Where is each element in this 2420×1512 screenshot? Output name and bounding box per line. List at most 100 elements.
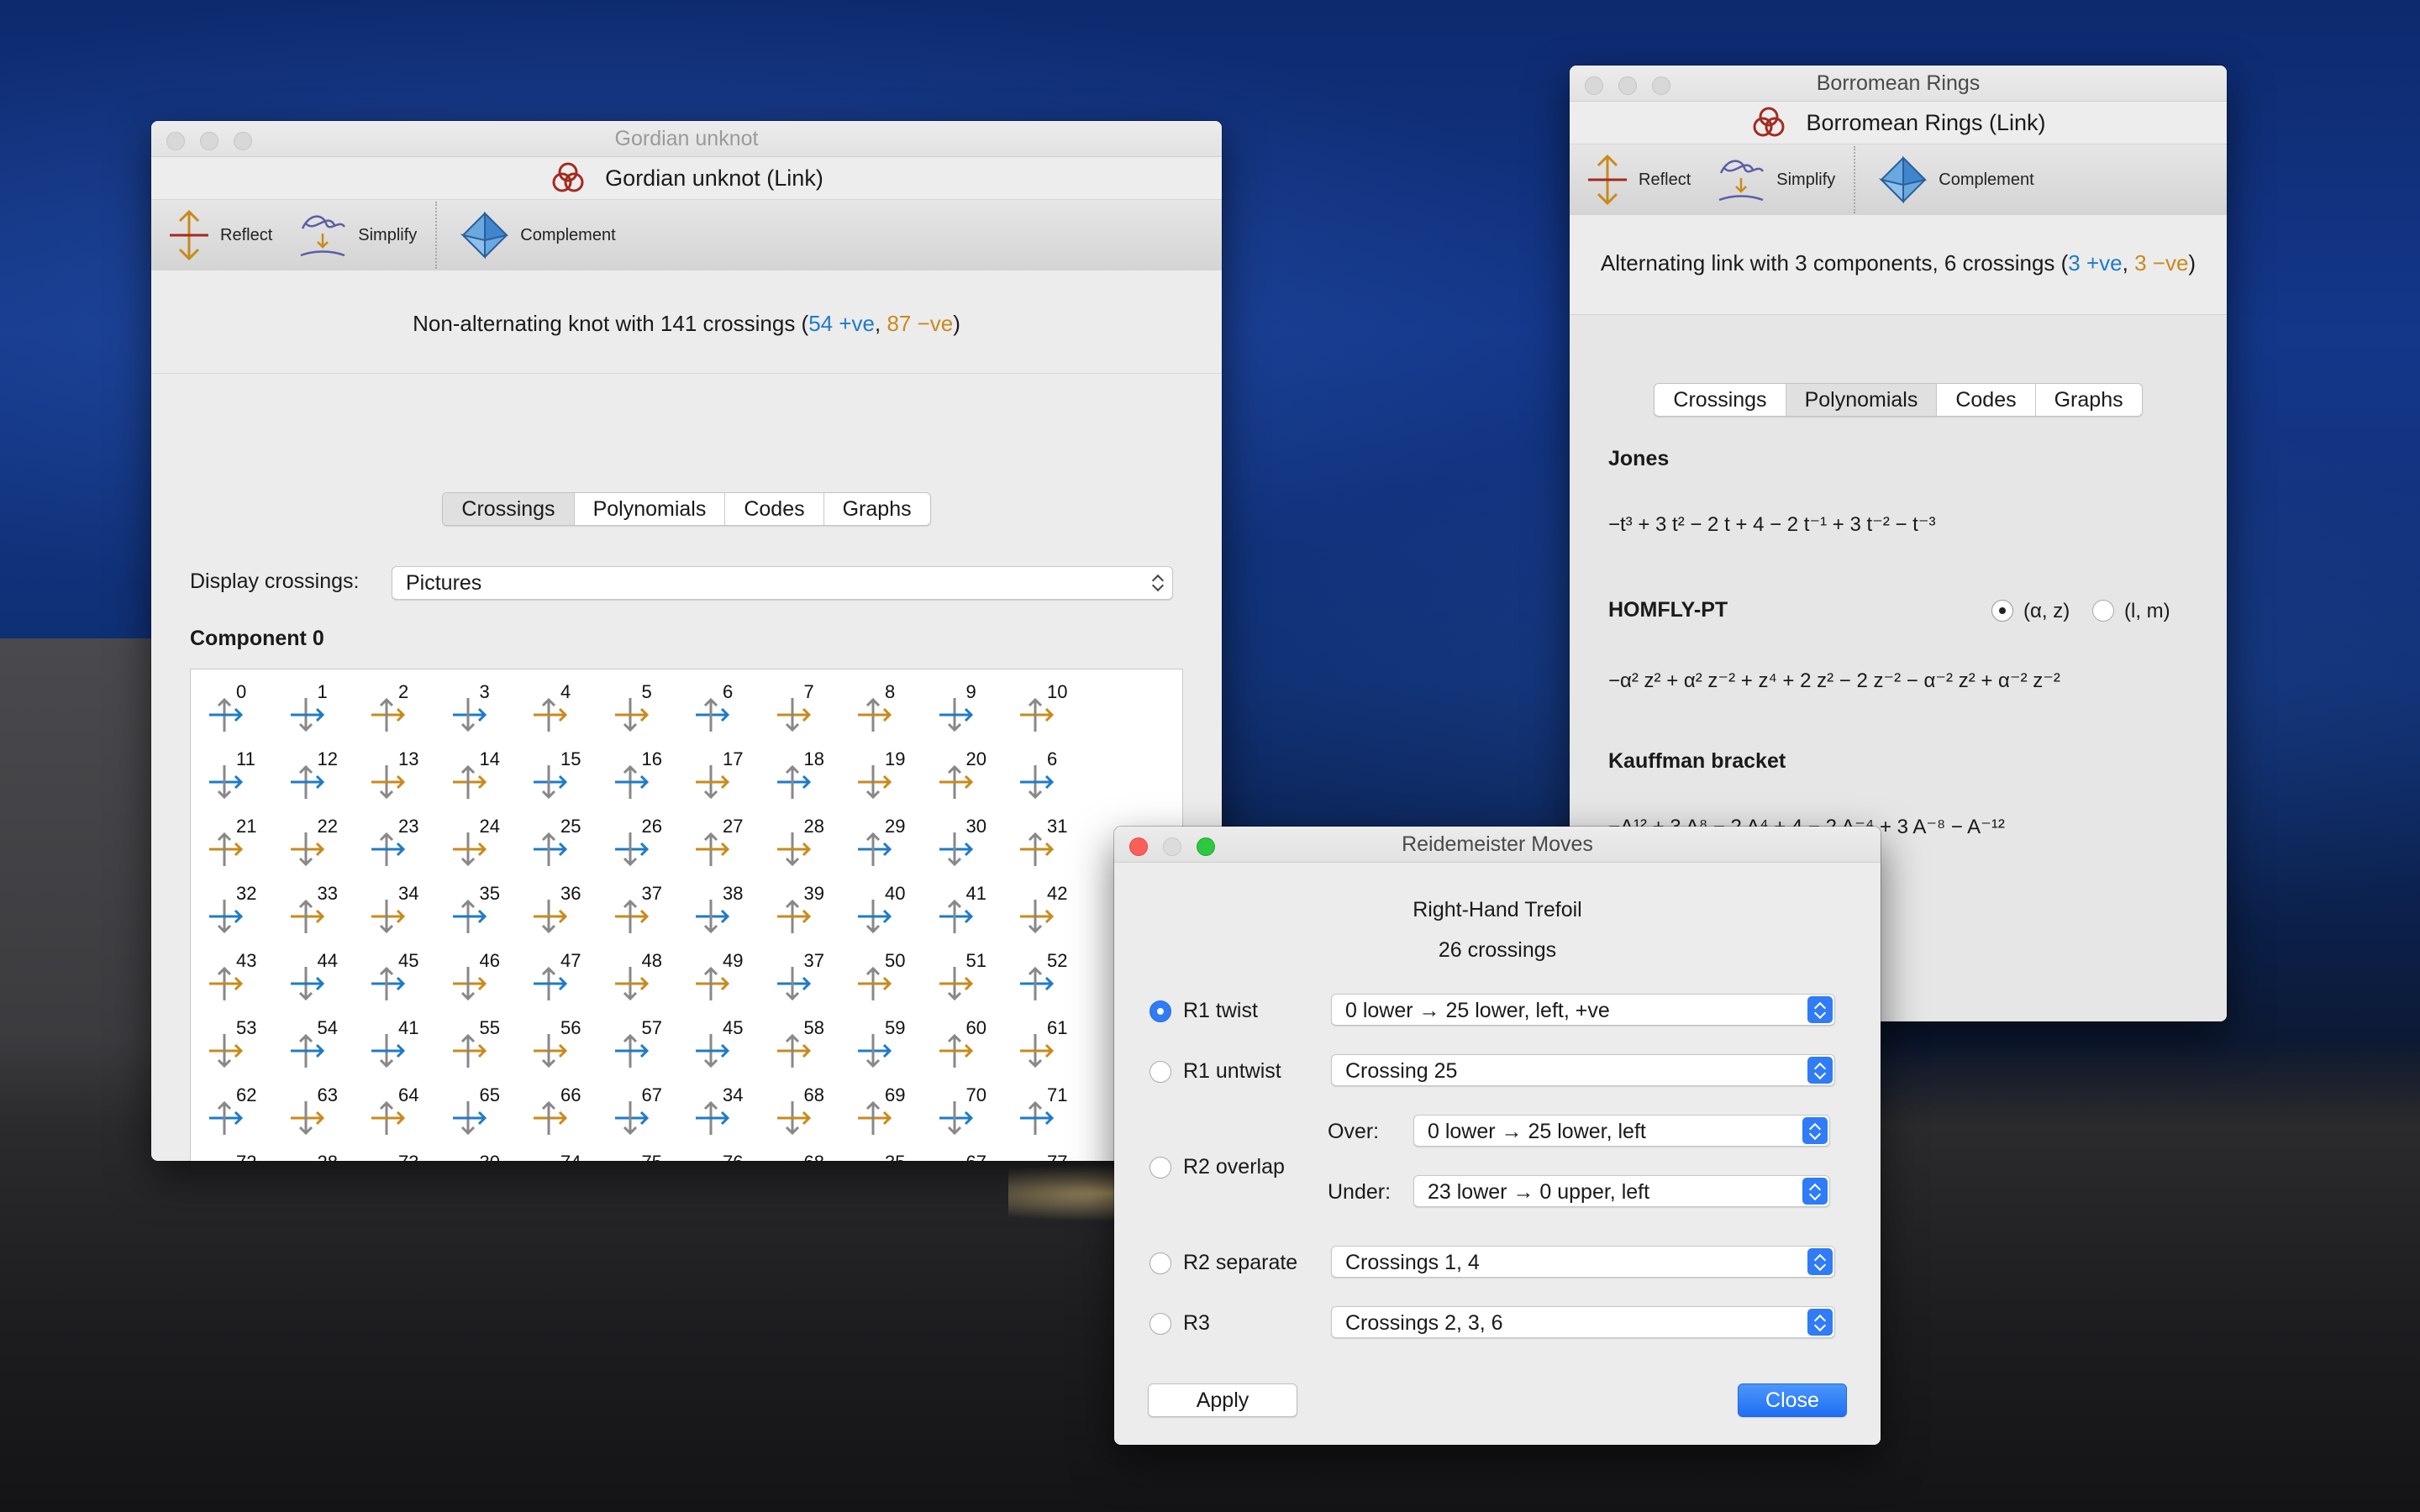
crossing-cell[interactable]: 70 <box>929 1084 1010 1152</box>
complement-button[interactable]: Complement <box>1871 155 2052 205</box>
crossing-cell[interactable]: 28 <box>767 816 848 883</box>
crossing-cell[interactable]: 19 <box>848 748 929 816</box>
crossing-cell[interactable]: 6 <box>1010 748 1091 816</box>
crossing-cell[interactable]: 67 <box>929 1152 1010 1161</box>
crossing-cell[interactable]: 53 <box>199 1017 280 1084</box>
crossing-cell[interactable]: 12 <box>281 748 361 816</box>
crossing-cell[interactable]: 54 <box>281 1017 361 1084</box>
crossing-cell[interactable]: 43 <box>199 950 280 1017</box>
crossing-cell[interactable]: 52 <box>1010 950 1091 1017</box>
crossing-cell[interactable]: 38 <box>686 883 766 950</box>
apply-button[interactable]: Apply <box>1148 1383 1297 1417</box>
crossing-cell[interactable]: 4 <box>523 681 604 748</box>
crossing-cell[interactable]: 6 <box>686 681 766 748</box>
crossing-cell[interactable]: 3 <box>443 681 523 748</box>
close-button[interactable]: Close <box>1738 1383 1847 1417</box>
crossing-cell[interactable]: 10 <box>1010 681 1091 748</box>
crossing-cell[interactable]: 45 <box>361 950 442 1017</box>
crossing-cell[interactable]: 15 <box>523 748 604 816</box>
crossing-cell[interactable]: 23 <box>361 816 442 883</box>
zoom-window-button[interactable] <box>234 132 252 150</box>
crossing-cell[interactable]: 37 <box>605 883 686 950</box>
minimize-window-button[interactable] <box>1163 837 1181 856</box>
crossing-cell[interactable]: 74 <box>523 1152 604 1161</box>
crossing-cell[interactable]: 58 <box>767 1017 848 1084</box>
crossing-cell[interactable]: 22 <box>281 816 361 883</box>
crossing-cell[interactable]: 62 <box>199 1084 280 1152</box>
crossing-cell[interactable]: 0 <box>199 681 280 748</box>
crossing-cell[interactable]: 76 <box>686 1152 766 1161</box>
crossing-cell[interactable]: 64 <box>361 1084 442 1152</box>
r2-separate-radio[interactable] <box>1150 1252 1171 1274</box>
crossing-cell[interactable]: 1 <box>281 681 361 748</box>
crossing-cell[interactable]: 30 <box>929 816 1010 883</box>
simplify-button[interactable]: Simplify <box>291 210 435 260</box>
crossing-cell[interactable]: 72 <box>199 1152 280 1161</box>
r3-radio[interactable] <box>1150 1313 1171 1335</box>
crossing-cell[interactable]: 14 <box>443 748 523 816</box>
crossing-cell[interactable]: 33 <box>281 883 361 950</box>
tab-crossings[interactable]: Crossings <box>1655 384 1786 416</box>
crossing-cell[interactable]: 32 <box>199 883 280 950</box>
crossing-cell[interactable]: 50 <box>848 950 929 1017</box>
crossing-cell[interactable]: 27 <box>686 816 766 883</box>
crossing-cell[interactable]: 42 <box>1010 883 1091 950</box>
crossing-cell[interactable]: 11 <box>199 748 280 816</box>
r1-twist-radio[interactable] <box>1150 1000 1171 1022</box>
tab-polynomials[interactable]: Polynomials <box>1786 384 1938 416</box>
minimize-window-button[interactable] <box>1618 76 1637 95</box>
crossing-cell[interactable]: 61 <box>1010 1017 1091 1084</box>
crossing-cell[interactable]: 48 <box>605 950 686 1017</box>
tab-codes[interactable]: Codes <box>1937 384 2036 416</box>
crossing-cell[interactable]: 69 <box>848 1084 929 1152</box>
crossing-cell[interactable]: 75 <box>605 1152 686 1161</box>
simplify-button[interactable]: Simplify <box>1709 155 1854 205</box>
crossing-cell[interactable]: 77 <box>1010 1152 1091 1161</box>
reflect-button[interactable]: Reflect <box>1580 153 1709 207</box>
crossing-cell[interactable]: 7 <box>767 681 848 748</box>
crossing-cell[interactable]: 16 <box>605 748 686 816</box>
r1-twist-select[interactable]: 0 lower → 25 lower, left, +ve <box>1331 994 1835 1026</box>
crossing-cell[interactable]: 51 <box>929 950 1010 1017</box>
crossing-cell[interactable]: 18 <box>767 748 848 816</box>
crossing-cell[interactable]: 36 <box>523 883 604 950</box>
r2-separate-select[interactable]: Crossings 1, 4 <box>1331 1246 1835 1278</box>
crossing-cell[interactable]: 60 <box>929 1017 1010 1084</box>
crossing-cell[interactable]: 41 <box>929 883 1010 950</box>
crossing-cell[interactable]: 24 <box>443 816 523 883</box>
gordian-titlebar[interactable]: Gordian unknot <box>151 121 1222 157</box>
crossing-cell[interactable]: 40 <box>848 883 929 950</box>
complement-button[interactable]: Complement <box>453 210 634 260</box>
crossing-cell[interactable]: 57 <box>605 1017 686 1084</box>
crossing-cell[interactable]: 35 <box>848 1152 929 1161</box>
crossing-cell[interactable]: 59 <box>848 1017 929 1084</box>
crossing-cell[interactable]: 30 <box>443 1152 523 1161</box>
crossing-cell[interactable]: 47 <box>523 950 604 1017</box>
zoom-window-button[interactable] <box>1652 76 1670 95</box>
crossing-cell[interactable]: 21 <box>199 816 280 883</box>
minimize-window-button[interactable] <box>200 132 218 150</box>
crossing-cell[interactable]: 68 <box>767 1084 848 1152</box>
close-window-button[interactable] <box>1129 837 1148 856</box>
crossing-cell[interactable]: 66 <box>523 1084 604 1152</box>
crossing-cell[interactable]: 73 <box>361 1152 442 1161</box>
crossing-cell[interactable]: 26 <box>605 816 686 883</box>
r2-overlap-radio[interactable] <box>1150 1157 1171 1179</box>
tab-crossings[interactable]: Crossings <box>443 493 575 525</box>
r1-untwist-select[interactable]: Crossing 25 <box>1331 1054 1835 1086</box>
crossing-cell[interactable]: 13 <box>361 748 442 816</box>
zoom-window-button[interactable] <box>1197 837 1215 856</box>
reidemeister-titlebar[interactable]: Reidemeister Moves <box>1114 827 1881 863</box>
crossing-cell[interactable]: 17 <box>686 748 766 816</box>
crossing-cell[interactable]: 5 <box>605 681 686 748</box>
crossing-cell[interactable]: 65 <box>443 1084 523 1152</box>
crossing-cell[interactable]: 67 <box>605 1084 686 1152</box>
r1-untwist-radio[interactable] <box>1150 1061 1171 1083</box>
crossing-cell[interactable]: 29 <box>848 816 929 883</box>
crossing-cell[interactable]: 28 <box>281 1152 361 1161</box>
crossing-cell[interactable]: 44 <box>281 950 361 1017</box>
crossing-cell[interactable]: 55 <box>443 1017 523 1084</box>
r3-select[interactable]: Crossings 2, 3, 6 <box>1331 1306 1835 1338</box>
crossing-cell[interactable]: 63 <box>281 1084 361 1152</box>
tab-polynomials[interactable]: Polynomials <box>575 493 726 525</box>
